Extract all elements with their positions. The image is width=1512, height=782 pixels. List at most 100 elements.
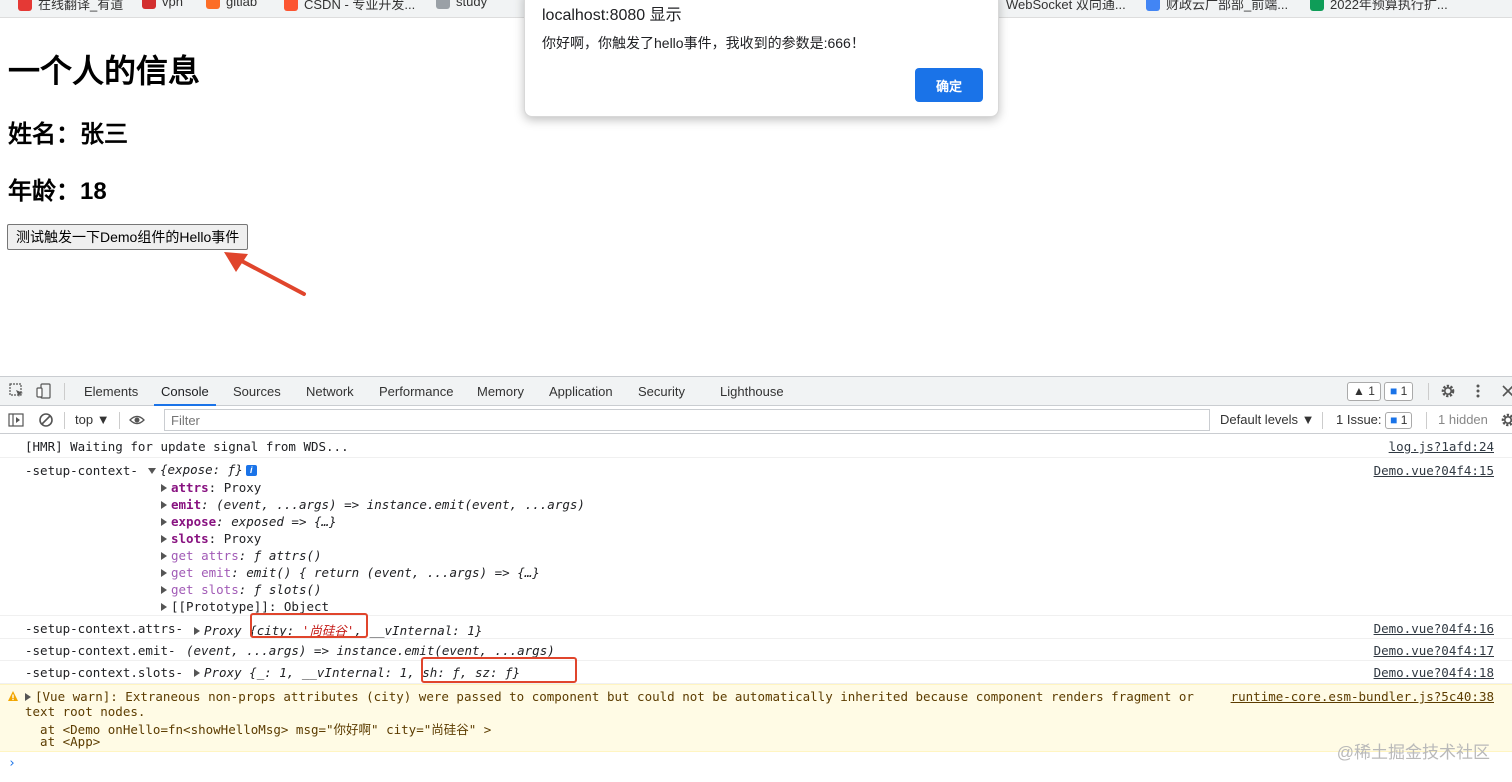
console-message: -setup-context.slots- Proxy {_: 1, __vIn… xyxy=(0,657,1512,684)
bookmark-budget[interactable]: 2022年预算执行扩... xyxy=(1310,0,1448,13)
divider xyxy=(1322,412,1323,429)
youdao-icon xyxy=(18,0,32,11)
dropdown-arrow-icon: ▼ xyxy=(1301,412,1315,427)
vpn-icon xyxy=(142,0,156,9)
csdn-icon xyxy=(284,0,298,11)
source-link[interactable]: log.js?1afd:24 xyxy=(1389,439,1494,454)
page-title: 一个人的信息 xyxy=(8,53,201,89)
console-output: [HMR] Waiting for update signal from WDS… xyxy=(0,434,1512,782)
console-message: [HMR] Waiting for update signal from WDS… xyxy=(0,434,1512,458)
expand-triangle-icon xyxy=(194,627,200,635)
object-property[interactable]: get emit: emit() { return (event, ...arg… xyxy=(161,565,540,580)
bookmark-vpn[interactable]: vpn xyxy=(142,0,183,9)
alert-message: 你好啊，你触发了hello事件，我收到的参数是:666！ xyxy=(542,35,865,51)
object-property[interactable]: get slots: ƒ slots() xyxy=(161,582,322,597)
divider xyxy=(1426,412,1427,429)
bookmark-youdao[interactable]: 在线翻译_有道 xyxy=(18,0,123,13)
inspect-element-icon[interactable] xyxy=(9,383,25,399)
live-expression-eye-icon[interactable] xyxy=(129,412,145,428)
tab-console[interactable]: Console xyxy=(154,377,216,406)
sheets-icon xyxy=(1310,0,1324,11)
messages-badge[interactable]: ■ 1 xyxy=(1384,382,1414,401)
show-sidebar-icon[interactable] xyxy=(8,412,24,428)
object-property[interactable]: get attrs: ƒ attrs() xyxy=(161,548,322,563)
annotation-highlight-box xyxy=(421,657,577,683)
person-name: 姓名：张三 xyxy=(8,121,128,148)
expand-triangle-icon xyxy=(161,569,167,577)
clear-console-icon[interactable] xyxy=(38,412,54,428)
divider xyxy=(1428,383,1429,400)
object-property[interactable]: expose: exposed => {…} xyxy=(161,514,337,529)
devtools-panel: Elements Console Sources Network Perform… xyxy=(0,376,1512,782)
source-link[interactable]: Demo.vue?04f4:16 xyxy=(1374,621,1494,636)
divider xyxy=(119,412,120,429)
tab-sources[interactable]: Sources xyxy=(233,377,281,406)
tab-application[interactable]: Application xyxy=(549,377,613,406)
device-toolbar-icon[interactable] xyxy=(36,383,52,399)
bookmark-csdn[interactable]: CSDN - 专业开发... xyxy=(284,0,415,13)
expand-triangle-icon xyxy=(161,535,167,543)
warnings-badge[interactable]: ▲ 1 xyxy=(1347,382,1381,401)
annotation-highlight-box xyxy=(250,613,368,638)
divider xyxy=(64,412,65,429)
alert-ok-button[interactable]: 确定 xyxy=(915,68,983,102)
object-property[interactable]: attrs: Proxy xyxy=(161,480,261,495)
gitlab-icon xyxy=(206,0,220,9)
more-options-icon[interactable] xyxy=(1470,383,1486,399)
context-selector[interactable]: top ▼ xyxy=(75,406,110,434)
issues-button[interactable]: 1 Issue: ■ 1 xyxy=(1336,406,1413,434)
message-icon: ■ xyxy=(1390,384,1398,398)
tab-elements[interactable]: Elements xyxy=(84,377,138,406)
person-age: 年龄：18 xyxy=(8,178,107,205)
source-link[interactable]: runtime-core.esm-bundler.js?5c40:38 xyxy=(1231,689,1494,704)
devtools-tabbar: Elements Console Sources Network Perform… xyxy=(0,377,1512,406)
tab-security[interactable]: Security xyxy=(638,377,685,406)
expand-triangle-icon xyxy=(161,518,167,526)
source-link[interactable]: Demo.vue?04f4:15 xyxy=(1374,463,1494,478)
tab-memory[interactable]: Memory xyxy=(477,377,524,406)
message-icon: ■ xyxy=(1390,413,1398,427)
alert-title: localhost:8080 显示 xyxy=(542,7,682,24)
trigger-hello-button[interactable]: 测试触发一下Demo组件的Hello事件 xyxy=(7,224,249,250)
console-toolbar: top ▼ Default levels ▼ 1 Issue: ■ 1 1 hi… xyxy=(0,406,1512,434)
info-icon: i xyxy=(245,465,257,476)
bookmark-websocket[interactable]: WebSocket 双向通... xyxy=(1006,0,1126,13)
console-prompt[interactable]: › xyxy=(8,756,16,771)
source-link[interactable]: Demo.vue?04f4:17 xyxy=(1374,643,1494,658)
warning-triangle-icon xyxy=(8,691,18,701)
object-summary[interactable]: {expose: ƒ} i xyxy=(148,462,257,477)
dropdown-arrow-icon: ▼ xyxy=(96,412,110,427)
object-property[interactable]: slots: Proxy xyxy=(161,531,261,546)
object-property[interactable]: emit: (event, ...args) => instance.emit(… xyxy=(161,497,585,512)
console-message: -setup-context.emit- (event, ...args) =>… xyxy=(0,639,1512,661)
bookmark-study[interactable]: study xyxy=(436,0,487,9)
expand-triangle-icon xyxy=(161,586,167,594)
source-link[interactable]: Demo.vue?04f4:18 xyxy=(1374,665,1494,680)
close-devtools-icon[interactable] xyxy=(1500,383,1512,399)
bookmark-caizhengyun[interactable]: 财政云广部部_前端... xyxy=(1146,0,1288,13)
expand-triangle-icon xyxy=(161,552,167,560)
alert-dialog: localhost:8080 显示 你好啊，你触发了hello事件，我收到的参数… xyxy=(524,0,999,117)
warning-triangle-icon: ▲ xyxy=(1353,384,1365,398)
expand-triangle-icon xyxy=(161,484,167,492)
console-settings-gear-icon[interactable] xyxy=(1500,412,1512,428)
console-filter-input[interactable] xyxy=(164,409,1210,431)
folder-icon xyxy=(436,0,450,9)
divider xyxy=(64,383,65,400)
bookmark-gitlab[interactable]: gitlab xyxy=(206,0,257,9)
log-levels-dropdown[interactable]: Default levels ▼ xyxy=(1220,406,1315,434)
expand-triangle-icon xyxy=(148,468,156,474)
expand-triangle-icon xyxy=(25,693,31,701)
expand-triangle-icon xyxy=(194,669,200,677)
annotation-arrow-icon xyxy=(224,252,306,296)
object-property[interactable]: [[Prototype]]: Object xyxy=(161,599,329,614)
watermark: @稀土掘金技术社区 xyxy=(1336,743,1490,762)
hidden-count: 1 hidden xyxy=(1438,412,1488,427)
tab-lighthouse[interactable]: Lighthouse xyxy=(720,377,784,406)
settings-gear-icon[interactable] xyxy=(1440,383,1456,399)
tab-network[interactable]: Network xyxy=(306,377,354,406)
warning-line[interactable]: [Vue warn]: Extraneous non-props attribu… xyxy=(25,689,1194,704)
tab-performance[interactable]: Performance xyxy=(379,377,453,406)
console-message: -setup-context.attrs- Proxy {city: '尚硅谷'… xyxy=(0,613,1512,639)
docs-icon xyxy=(1146,0,1160,11)
